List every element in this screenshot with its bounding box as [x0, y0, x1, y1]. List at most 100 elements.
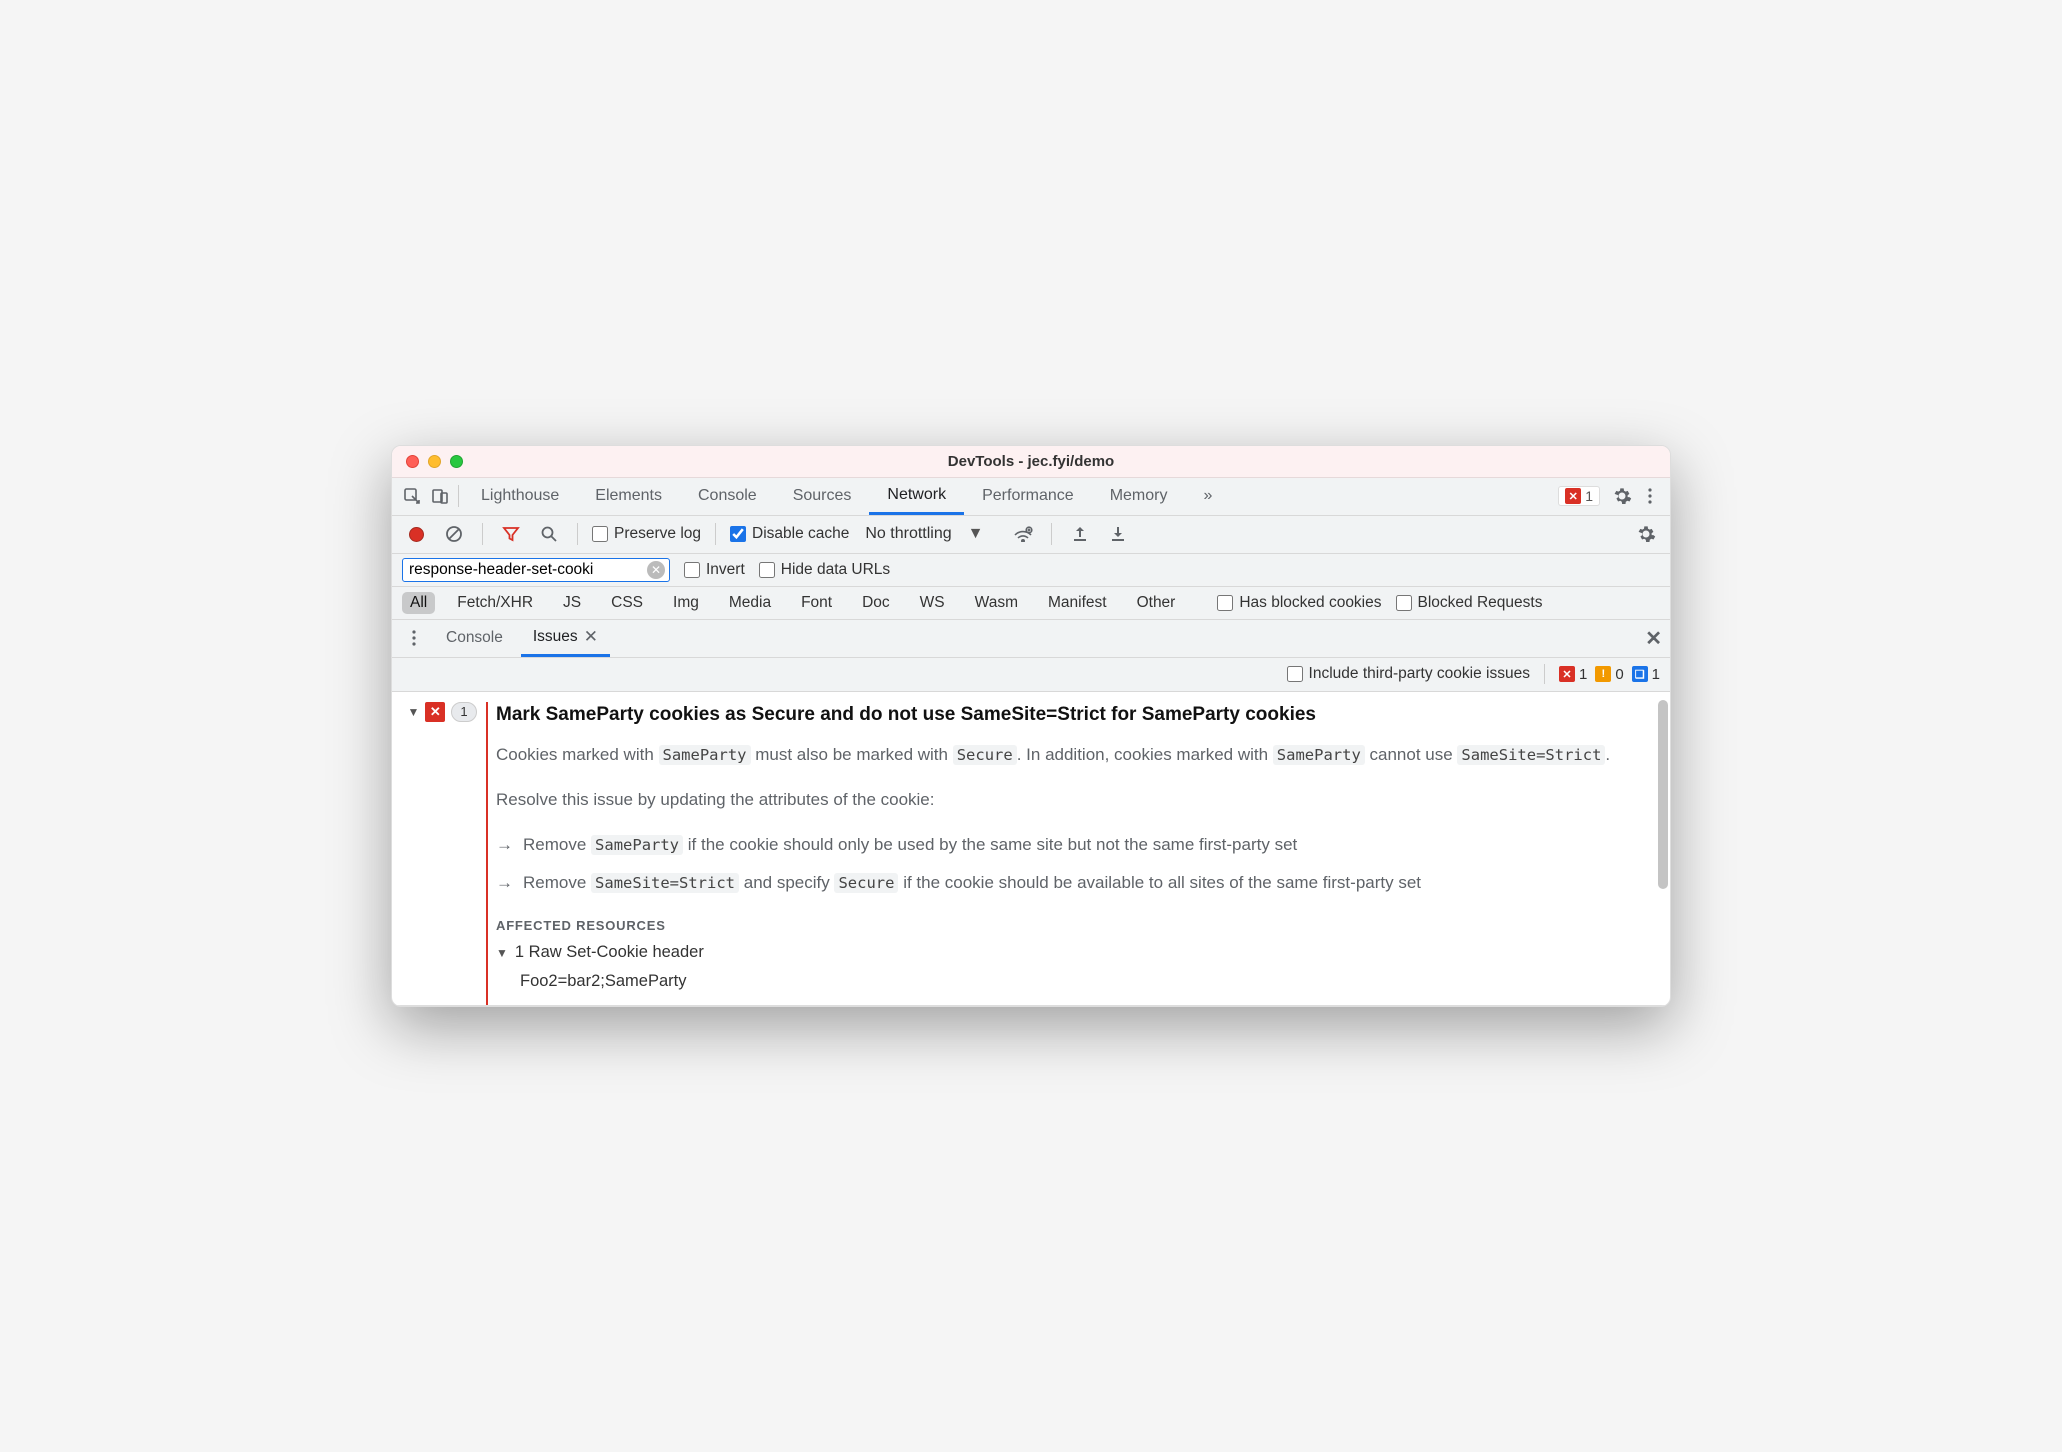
titlebar: DevTools - jec.fyi/demo	[392, 446, 1670, 478]
type-filter-wasm[interactable]: Wasm	[967, 592, 1026, 614]
scrollbar-track[interactable]	[1658, 696, 1668, 1002]
affected-resource-row[interactable]: ▼ 1 Raw Set-Cookie header	[496, 943, 1652, 962]
affected-resource-label: 1 Raw Set-Cookie header	[515, 943, 704, 962]
issue-counts: ✕1 !0 ❏1	[1559, 666, 1660, 683]
divider	[577, 523, 578, 545]
throttling-select[interactable]: No throttling ▼	[859, 525, 999, 543]
info-icon: ❏	[1632, 666, 1648, 682]
type-filter-img[interactable]: Img	[665, 592, 707, 614]
clear-filter-icon[interactable]: ✕	[647, 561, 665, 579]
close-drawer-icon[interactable]: ✕	[1645, 626, 1662, 651]
type-filter-font[interactable]: Font	[793, 592, 840, 614]
preserve-log-checkbox[interactable]: Preserve log	[592, 525, 701, 543]
type-filter-all[interactable]: All	[402, 592, 435, 614]
error-count-badge[interactable]: ✕ 1	[1558, 486, 1600, 506]
drawer-tab-issues[interactable]: Issues ✕	[521, 620, 610, 657]
type-filter-ws[interactable]: WS	[912, 592, 953, 614]
affected-resources-heading: AFFECTED RESOURCES	[496, 914, 1652, 933]
devtools-window: DevTools - jec.fyi/demo LighthouseElemen…	[391, 445, 1671, 1008]
issue-count-pill: 1	[451, 702, 476, 722]
network-conditions-icon[interactable]	[1009, 520, 1037, 548]
tab-sources[interactable]: Sources	[775, 478, 870, 515]
device-toolbar-icon[interactable]	[426, 482, 454, 510]
tab-network[interactable]: Network	[869, 478, 964, 515]
scrollbar-thumb[interactable]	[1658, 700, 1668, 890]
type-filter-manifest[interactable]: Manifest	[1040, 592, 1115, 614]
expand-icon[interactable]: ▼	[496, 946, 508, 960]
types-row: All Fetch/XHR JS CSS Img Media Font Doc WS Wasm Ma…	[392, 587, 1670, 620]
error-icon: ✕	[425, 702, 445, 722]
tabs-overflow-button[interactable]: »	[1185, 478, 1230, 515]
divider	[482, 523, 483, 545]
error-count-group[interactable]: ✕1	[1559, 666, 1587, 683]
tab-lighthouse[interactable]: Lighthouse	[463, 478, 577, 515]
clear-icon[interactable]	[440, 520, 468, 548]
drawer-menu-icon[interactable]	[400, 624, 428, 652]
filter-input-wrap[interactable]: ✕	[402, 558, 670, 582]
drawer-tab-strip: Console Issues ✕ ✕	[392, 620, 1670, 658]
drawer-tab-console[interactable]: Console	[434, 620, 515, 657]
disable-cache-label: Disable cache	[752, 525, 849, 543]
info-count-group[interactable]: ❏1	[1632, 666, 1660, 683]
issue-body: Mark SameParty cookies as Secure and do …	[486, 702, 1670, 1006]
hide-data-urls-checkbox[interactable]: Hide data URLs	[759, 561, 890, 579]
has-blocked-cookies-checkbox[interactable]: Has blocked cookies	[1217, 594, 1381, 612]
warning-count-group[interactable]: !0	[1595, 666, 1623, 683]
disable-cache-checkbox[interactable]: Disable cache	[730, 525, 849, 543]
expand-icon[interactable]: ▼	[407, 705, 419, 719]
type-filter-media[interactable]: Media	[721, 592, 779, 614]
main-tab-strip: LighthouseElementsConsoleSourcesNetworkP…	[392, 478, 1670, 516]
affected-resource-detail: Foo2=bar2;SameParty	[496, 972, 1652, 991]
tab-performance[interactable]: Performance	[964, 478, 1092, 515]
include-third-party-label: Include third-party cookie issues	[1309, 665, 1530, 683]
type-filter-doc[interactable]: Doc	[854, 592, 898, 614]
preserve-log-label: Preserve log	[614, 525, 701, 543]
record-button[interactable]	[402, 520, 430, 548]
issues-toolbar: Include third-party cookie issues ✕1 !0 …	[392, 658, 1670, 692]
filter-input[interactable]	[409, 561, 647, 579]
issue-bullet: → Remove SameSite=Strict and specify Sec…	[496, 870, 1652, 896]
divider	[458, 485, 459, 507]
blocked-requests-checkbox[interactable]: Blocked Requests	[1396, 594, 1543, 612]
issue-bullet-list: → Remove SameParty if the cookie should …	[496, 832, 1652, 897]
close-tab-icon[interactable]: ✕	[584, 627, 598, 647]
kebab-menu-icon[interactable]	[1636, 482, 1664, 510]
tab-memory[interactable]: Memory	[1092, 478, 1186, 515]
tab-console[interactable]: Console	[680, 478, 775, 515]
window-title: DevTools - jec.fyi/demo	[392, 453, 1670, 470]
type-filter-other[interactable]: Other	[1129, 592, 1184, 614]
has-blocked-label: Has blocked cookies	[1239, 594, 1381, 612]
issue-description: Cookies marked with SameParty must also …	[496, 741, 1652, 768]
error-icon: ✕	[1565, 488, 1581, 504]
type-filter-js[interactable]: JS	[555, 592, 589, 614]
inspect-element-icon[interactable]	[398, 482, 426, 510]
issue-bullet: → Remove SameParty if the cookie should …	[496, 832, 1652, 858]
network-settings-icon[interactable]	[1632, 520, 1660, 548]
upload-har-icon[interactable]	[1066, 520, 1094, 548]
filter-row: ✕ Invert Hide data URLs	[392, 554, 1670, 587]
divider	[1544, 664, 1545, 684]
include-third-party-checkbox[interactable]: Include third-party cookie issues	[1287, 665, 1530, 683]
warning-icon: !	[1595, 666, 1611, 682]
chevron-down-icon: ▼	[958, 525, 994, 543]
blocked-requests-label: Blocked Requests	[1418, 594, 1543, 612]
arrow-icon: →	[496, 870, 513, 896]
arrow-icon: →	[496, 832, 513, 858]
invert-checkbox[interactable]: Invert	[684, 561, 745, 579]
issue-gutter: ▼ ✕ 1	[402, 702, 482, 1006]
tab-elements[interactable]: Elements	[577, 478, 680, 515]
download-har-icon[interactable]	[1104, 520, 1132, 548]
network-toolbar: Preserve log Disable cache No throttling…	[392, 516, 1670, 554]
filter-icon[interactable]	[497, 520, 525, 548]
type-filter-css[interactable]: CSS	[603, 592, 651, 614]
type-filter-fetch-xhr[interactable]: Fetch/XHR	[449, 592, 541, 614]
error-count: 1	[1585, 488, 1593, 504]
settings-icon[interactable]	[1608, 482, 1636, 510]
issue-panel: ▼ ✕ 1 Mark SameParty cookies as Secure a…	[392, 692, 1670, 1007]
divider	[1051, 523, 1052, 545]
divider	[715, 523, 716, 545]
throttling-label: No throttling	[865, 525, 951, 543]
issue-title: Mark SameParty cookies as Secure and do …	[496, 702, 1652, 728]
search-icon[interactable]	[535, 520, 563, 548]
invert-label: Invert	[706, 561, 745, 579]
